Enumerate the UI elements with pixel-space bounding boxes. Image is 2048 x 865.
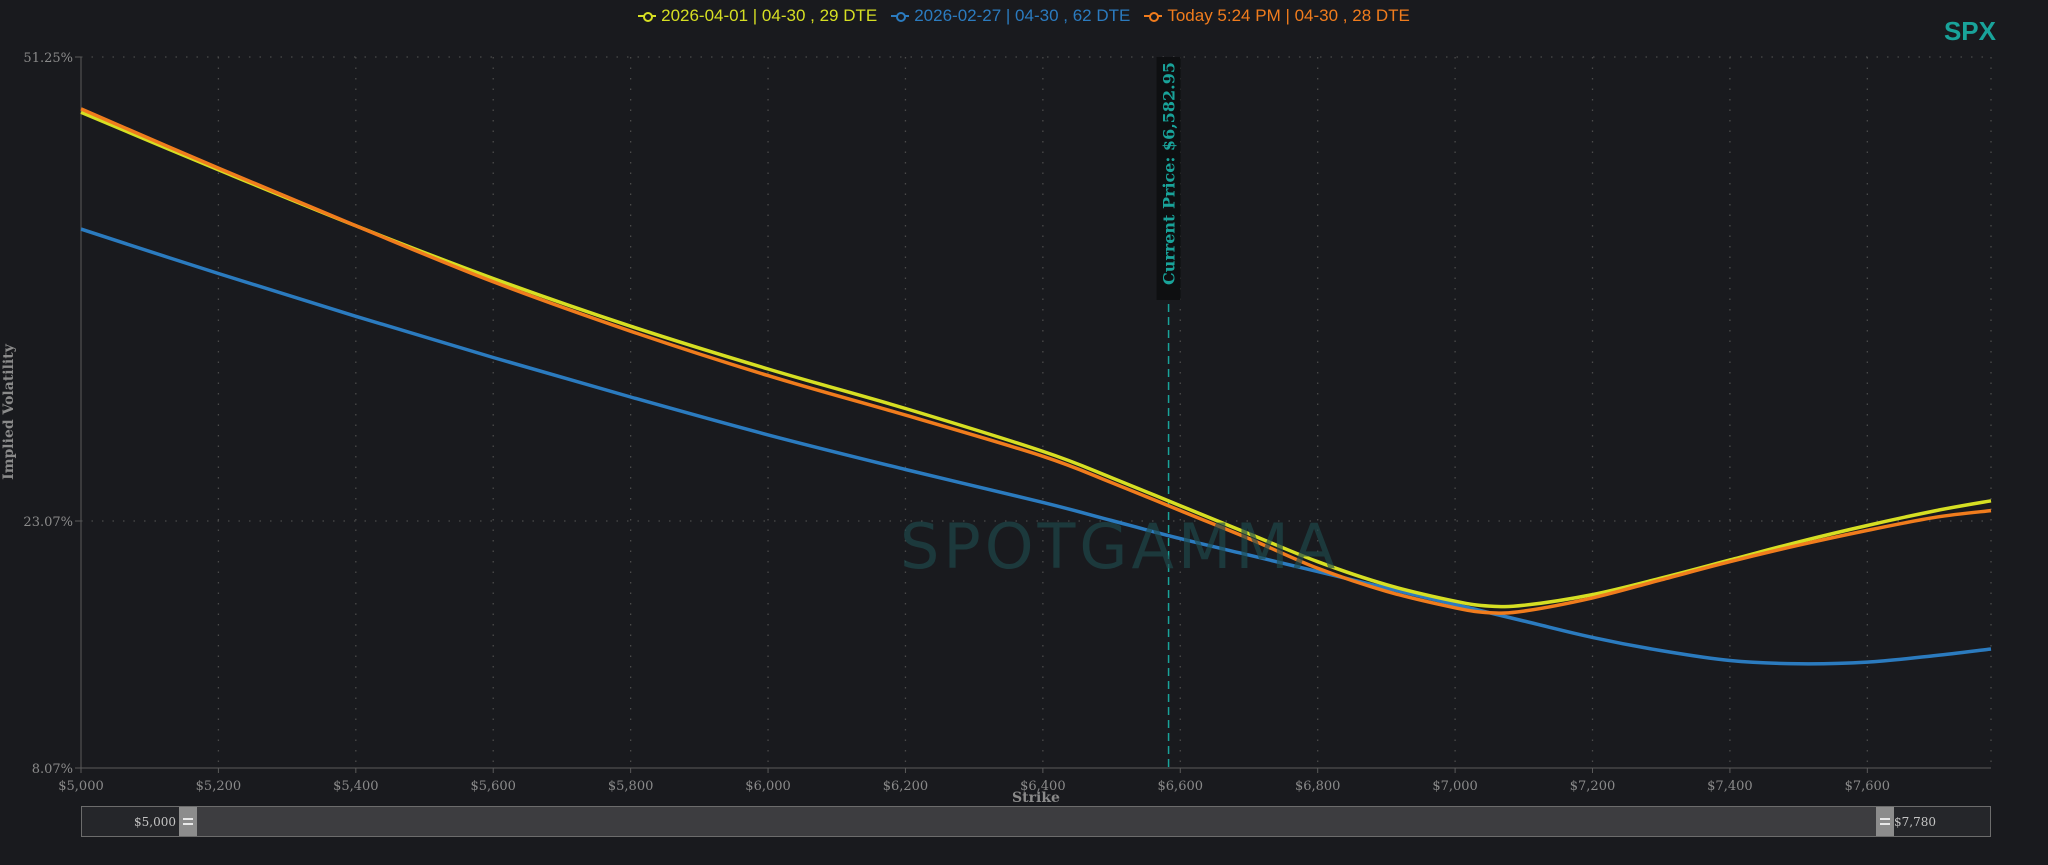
legend-item-62dte[interactable]: 2026-02-27 | 04-30 , 62 DTE	[891, 6, 1130, 26]
legend-label: Today 5:24 PM | 04-30 , 28 DTE	[1167, 6, 1410, 25]
x-tick-label: $6,800	[1295, 779, 1341, 794]
range-max-label: $7,780	[1894, 815, 1936, 829]
y-tick-label: 51.25%	[23, 51, 73, 66]
range-min-label: $5,000	[134, 815, 176, 829]
legend-marker-icon	[638, 11, 657, 22]
x-tick-label: $7,000	[1432, 779, 1478, 794]
legend: 2026-04-01 | 04-30 , 29 DTE 2026-02-27 |…	[0, 6, 2048, 26]
legend-item-29dte[interactable]: 2026-04-01 | 04-30 , 29 DTE	[638, 6, 877, 26]
x-axis-title: Strike	[1012, 790, 1060, 806]
x-tick-label: $6,200	[883, 779, 929, 794]
x-tick-label: $5,600	[470, 779, 516, 794]
y-tick-label: 8.07%	[32, 762, 73, 777]
x-tick-label: $5,400	[333, 779, 379, 794]
watermark: SPOTGAMMA	[900, 510, 1340, 583]
axes	[80, 57, 1991, 769]
range-selection[interactable]	[189, 807, 1884, 836]
ticker-symbol: SPX	[1943, 16, 1996, 46]
current-price-label: Current Price: $6,582.95	[1160, 62, 1179, 285]
y-tick-label: 23.07%	[23, 515, 73, 530]
legend-marker-icon	[1144, 11, 1163, 22]
range-handle-left[interactable]	[179, 807, 197, 836]
grid	[81, 56, 1992, 768]
x-tick-label: $7,400	[1707, 779, 1753, 794]
legend-label: 2026-02-27 | 04-30 , 62 DTE	[914, 6, 1131, 25]
x-tick-label: $7,600	[1845, 779, 1891, 794]
x-tick-label: $7,200	[1570, 779, 1616, 794]
y-axis-title: Implied Volatility	[1, 344, 17, 480]
legend-label: 2026-04-01 | 04-30 , 29 DTE	[661, 6, 878, 25]
x-tick-label: $5,000	[58, 779, 104, 794]
legend-item-today[interactable]: Today 5:24 PM | 04-30 , 28 DTE	[1144, 6, 1410, 26]
x-tick-label: $5,800	[608, 779, 654, 794]
range-slider[interactable]: $5,000 $7,780	[81, 806, 1991, 837]
legend-marker-icon	[891, 11, 910, 22]
current-price-marker: Current Price: $6,582.95	[1156, 57, 1181, 768]
iv-chart: 8.07% 23.07% 51.25% $5,000 $5,200 $5,400 $5,60…	[23, 51, 1992, 794]
x-tick-label: $6,600	[1158, 779, 1204, 794]
x-tick-label: $6,000	[745, 779, 791, 794]
series-line-1	[80, 227, 1992, 666]
range-handle-right[interactable]	[1876, 807, 1894, 836]
x-tick-label: $5,200	[196, 779, 242, 794]
